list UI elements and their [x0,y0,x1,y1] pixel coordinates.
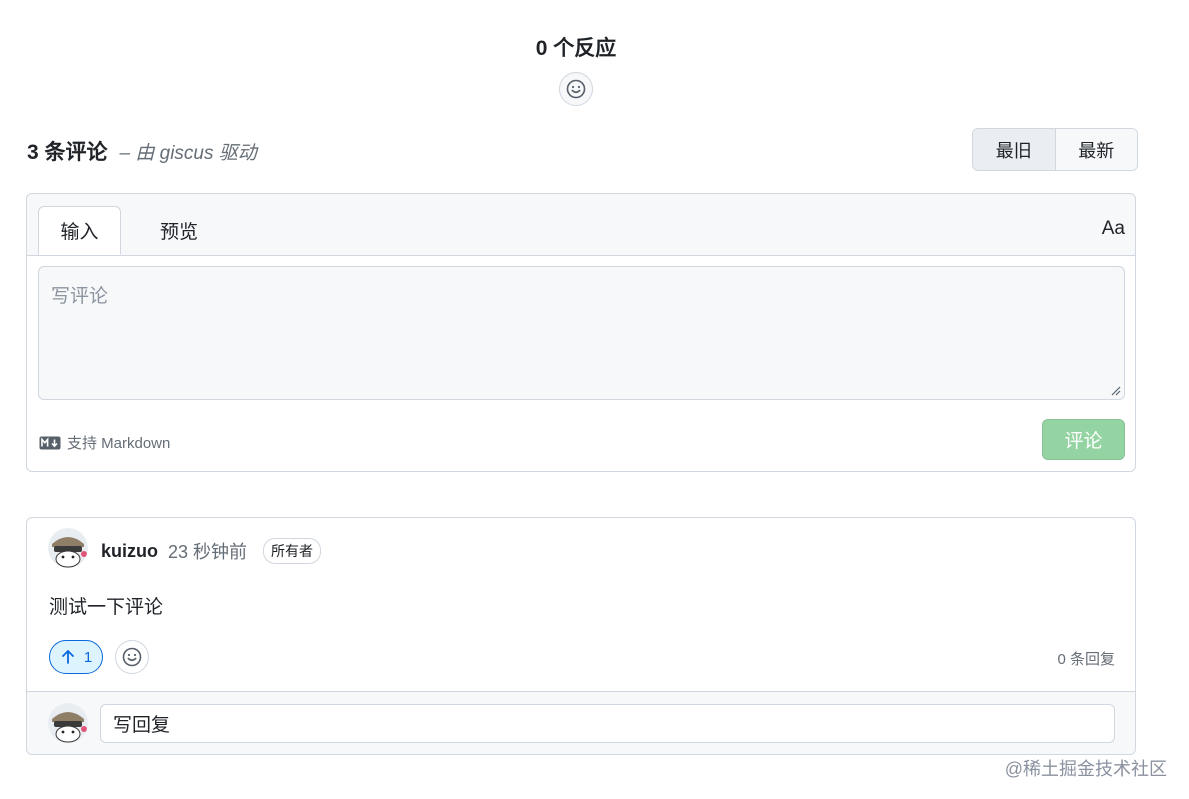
comment-time[interactable]: 23 秒钟前 [168,538,247,564]
resize-handle-icon[interactable] [1111,386,1121,396]
powered-by-link[interactable]: – 由 giscus 驱动 [120,138,257,165]
comment-body: 测试一下评论 [49,597,164,618]
sort-toggle: 最旧 最新 [972,128,1138,171]
reply-input[interactable]: 写回复 [100,704,1115,743]
comment-header: kuizuo 23 秒钟前 所有者 [101,538,322,564]
add-reaction-button[interactable] [559,72,593,106]
watermark: @稀土掘金技术社区 [1004,759,1167,779]
markdown-support: 支持 Markdown [39,432,170,453]
avatar-image [48,703,88,743]
avatar-image [48,528,88,568]
markdown-icon [39,436,61,449]
upvote-count: 1 [83,648,93,666]
owner-badge: 所有者 [263,538,322,564]
markdown-note: 支持 Markdown [67,435,171,452]
editor-tabs: 输入 预览 Aa [27,194,1135,256]
sort-newest-button[interactable]: 最新 [1055,129,1137,170]
font-toggle-button[interactable]: Aa [1102,218,1125,240]
comment-editor: 输入 预览 Aa 写评论 支持 Markdown 评论 [26,193,1136,472]
tab-preview[interactable]: 预览 [137,206,221,255]
comment-reaction-button[interactable] [115,640,149,674]
arrow-up-icon [61,650,74,664]
reply-placeholder: 写回复 [113,715,171,736]
submit-comment-button[interactable]: 评论 [1042,419,1125,460]
reactions-title: 0 个反应 [535,37,617,60]
tab-write[interactable]: 输入 [38,206,121,255]
comment-card: kuizuo 23 秒钟前 所有者 测试一下评论 1 0 条回复 写回复 [26,517,1136,755]
reply-area: 写回复 [27,691,1135,754]
comment-placeholder: 写评论 [51,286,109,307]
avatar [48,703,88,743]
smiley-icon [122,647,142,667]
reply-count: 0 条回复 [1057,651,1115,668]
comment-count: 3 条评论 [27,141,108,164]
smiley-icon [566,79,586,99]
avatar[interactable] [48,528,88,568]
comments-header: 3 条评论 – 由 giscus 驱动 [27,136,257,166]
comment-textarea[interactable]: 写评论 [38,266,1125,400]
sort-oldest-button[interactable]: 最旧 [973,129,1056,170]
comment-author[interactable]: kuizuo [101,541,158,562]
upvote-button[interactable]: 1 [49,640,103,674]
